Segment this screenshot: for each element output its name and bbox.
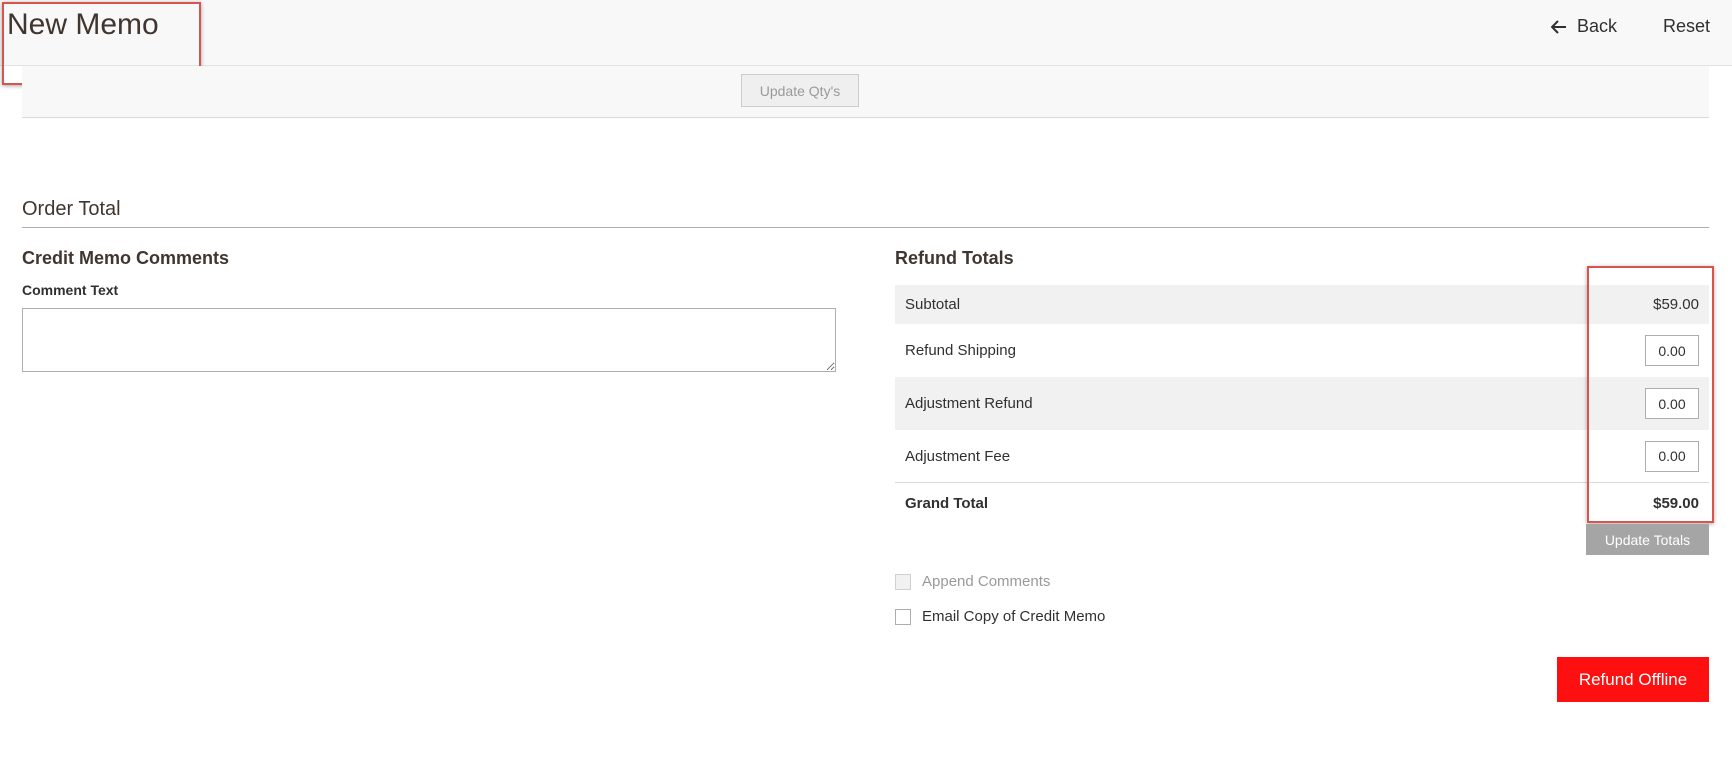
grand-total-label: Grand Total [905, 494, 989, 512]
adjustment-fee-row: Adjustment Fee [895, 430, 1709, 483]
adjustment-refund-label: Adjustment Refund [905, 395, 1033, 412]
refund-offline-button[interactable]: Refund Offline [1557, 657, 1709, 702]
email-copy-label: Email Copy of Credit Memo [922, 608, 1106, 625]
adjustment-refund-row: Adjustment Refund [895, 377, 1709, 430]
comment-text-label: Comment Text [22, 282, 119, 298]
update-qty-button[interactable]: Update Qty's [741, 74, 859, 107]
refund-shipping-label: Refund Shipping [905, 342, 1016, 359]
append-comments-option: Append Comments [895, 573, 1050, 590]
order-total-title: Order Total [22, 198, 121, 220]
section-divider [22, 227, 1709, 228]
page-title: New Memo [7, 8, 159, 41]
update-qty-bar: Update Qty's [22, 66, 1709, 118]
back-button[interactable]: Back [1550, 16, 1617, 37]
grand-total-value: $59.00 [1653, 494, 1699, 512]
refund-shipping-row: Refund Shipping [895, 324, 1709, 377]
reset-button[interactable]: Reset [1663, 16, 1710, 37]
subtotal-value: $59.00 [1653, 296, 1699, 313]
adjustment-fee-label: Adjustment Fee [905, 447, 1011, 465]
subtotal-label: Subtotal [905, 296, 961, 313]
refund-shipping-input[interactable] [1645, 335, 1699, 366]
comment-text-field[interactable] [22, 308, 836, 372]
grand-total-row: Grand Total $59.00 [895, 483, 1709, 523]
update-totals-button[interactable]: Update Totals [1586, 524, 1709, 555]
arrow-left-icon [1550, 19, 1567, 34]
email-copy-checkbox[interactable] [895, 608, 911, 625]
adjustment-refund-input[interactable] [1645, 388, 1699, 419]
refund-totals-heading: Refund Totals [895, 248, 1014, 268]
credit-memo-comments-heading: Credit Memo Comments [22, 248, 230, 268]
adjustment-fee-input[interactable] [1645, 440, 1699, 472]
header-actions: Back Reset [1550, 16, 1710, 37]
subtotal-row: Subtotal $59.00 [895, 285, 1709, 324]
back-label: Back [1576, 16, 1617, 36]
append-comments-label: Append Comments [922, 573, 1051, 590]
refund-totals-table: Subtotal $59.00 Refund Shipping Adjustme… [895, 285, 1709, 523]
append-comments-checkbox[interactable] [895, 573, 911, 590]
page-header: New Memo Back Reset [0, 0, 1732, 66]
email-copy-option: Email Copy of Credit Memo [895, 608, 1105, 625]
